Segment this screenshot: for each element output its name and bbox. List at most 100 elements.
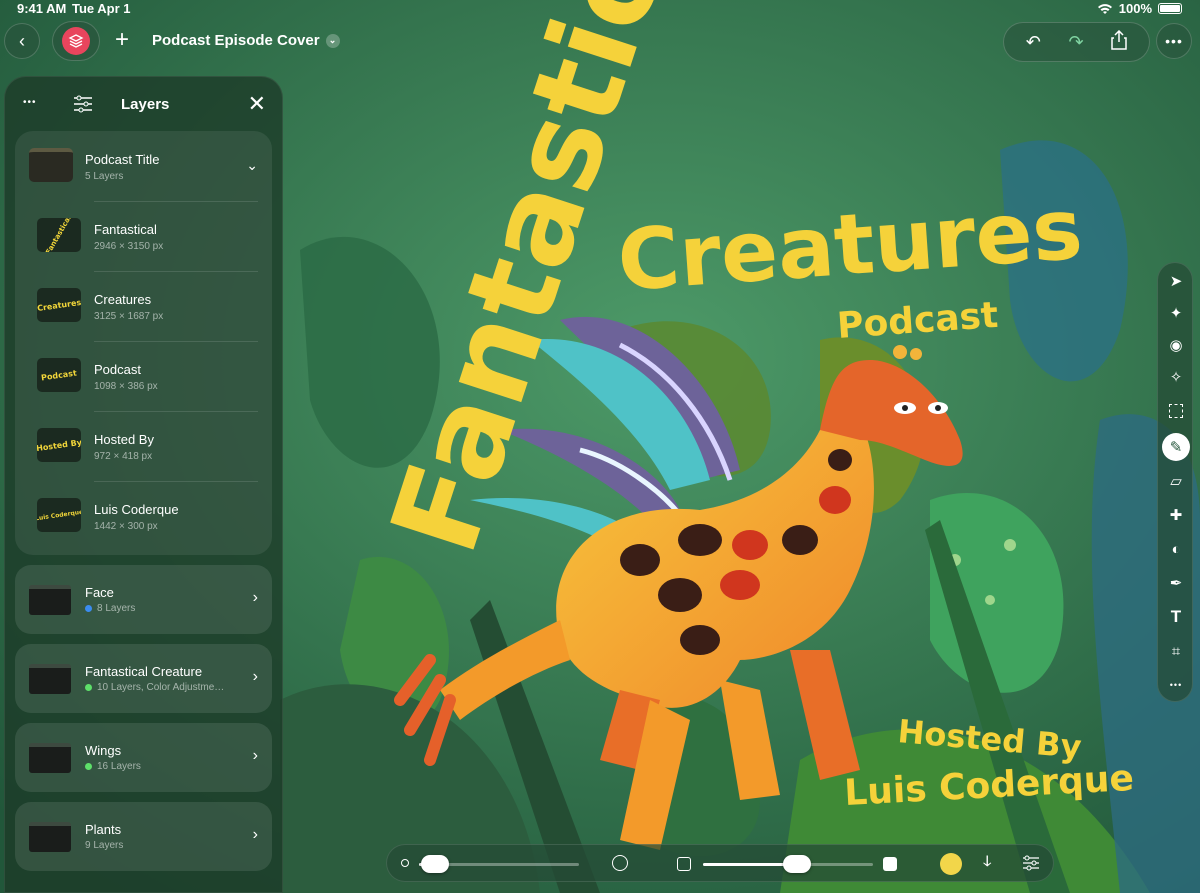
redo-button[interactable]: ↷ (1068, 32, 1083, 53)
fill-tool[interactable]: ◐ (1162, 535, 1190, 563)
pointer-tool[interactable]: ➤ (1162, 267, 1190, 295)
brush-options-icon[interactable] (1022, 855, 1040, 871)
layer-name: Hosted By (94, 432, 154, 447)
close-icon[interactable]: ✕ (248, 91, 266, 117)
layer-size: 972 × 418 px (94, 451, 153, 462)
layer-name: Fantastical (94, 222, 157, 237)
chevron-down-icon: ⌄ (325, 33, 340, 48)
chevron-right-icon: › (252, 668, 258, 685)
brush-size-slider[interactable] (419, 855, 579, 873)
magic-wand-icon: ✧ (1169, 369, 1183, 386)
size-large-icon (612, 855, 628, 871)
layer-thumbnail: Fantastical (37, 218, 81, 252)
document-title-text: Podcast Episode Cover (152, 32, 320, 49)
layer-name: Fantastical Creature (85, 664, 203, 679)
back-button[interactable]: ‹ (4, 23, 40, 59)
layer-row[interactable]: Hosted By Hosted By 972 × 418 px (15, 411, 272, 481)
eraser-tool[interactable]: ▱ (1162, 467, 1190, 495)
heal-tool[interactable]: ✚ (1162, 501, 1190, 529)
text-icon: T (1170, 607, 1182, 626)
folder-thumbnail (29, 743, 71, 773)
panel-title: Layers (121, 96, 170, 113)
bandage-icon: ✚ (1169, 507, 1183, 524)
battery-icon (1158, 3, 1182, 14)
layer-size: 2946 × 3150 px (94, 241, 164, 252)
selection-tool[interactable] (1162, 397, 1190, 425)
layer-size: 3125 × 1687 px (94, 311, 164, 322)
slider-knob[interactable] (421, 855, 449, 873)
layer-name: Podcast (94, 362, 141, 377)
chevron-left-icon: ‹ (19, 30, 25, 51)
more-icon: ••• (1169, 680, 1183, 690)
folder-thumbnail (29, 822, 71, 852)
layer-row[interactable]: Fantastical Fantastical 2946 × 3150 px (15, 201, 272, 271)
layer-detail: 8 Layers (85, 603, 135, 614)
document-title[interactable]: Podcast Episode Cover ⌄ (152, 32, 340, 49)
status-right: 100% (1097, 1, 1182, 16)
color-tag-dot (85, 684, 92, 691)
folder-thumbnail (29, 664, 71, 694)
battery-percent: 100% (1118, 1, 1152, 16)
paint-tool[interactable]: ✦ (1162, 299, 1190, 327)
ellipsis-icon: ••• (1165, 33, 1183, 49)
add-button[interactable]: + (108, 26, 136, 54)
tool-rail: ➤ ✦ ◉ ✧ ✎ ▱ ✚ ◐ ✒ T ⌗ ••• (1157, 262, 1193, 702)
layers-panel-header: ••• Layers ✕ (5, 77, 282, 131)
layer-count: 5 Layers (85, 171, 124, 182)
layers-button[interactable] (52, 21, 100, 61)
chevron-right-icon: › (252, 747, 258, 764)
brush-icon: ✎ (1169, 439, 1183, 456)
layer-thumbnail: Luis Coderque (37, 498, 81, 532)
layer-group-wings[interactable]: Wings 16 Layers › (15, 723, 272, 792)
layer-thumbnail: Podcast (37, 358, 81, 392)
magic-wand-tool[interactable]: ✧ (1162, 363, 1190, 391)
layer-group-face[interactable]: Face 8 Layers › (15, 565, 272, 634)
edit-actions: ↶ ↷ (1003, 22, 1150, 62)
brush-settings-bar: ↆ (386, 844, 1054, 882)
share-button[interactable] (1111, 29, 1127, 55)
chevron-down-icon: ⌄ (246, 157, 258, 173)
selection-icon (1169, 404, 1183, 418)
crop-icon: ⌗ (1171, 642, 1181, 660)
layer-row[interactable]: Podcast Podcast 1098 × 386 px (15, 341, 272, 411)
panel-more-icon[interactable]: ••• (23, 97, 37, 108)
pointer-icon: ➤ (1169, 273, 1183, 290)
text-tool[interactable]: T (1162, 603, 1190, 631)
layer-group-fantastical-creature[interactable]: Fantastical Creature 10 Layers, Color Ad… (15, 644, 272, 713)
size-small-icon (401, 859, 409, 867)
layer-name: Luis Coderque (94, 502, 179, 517)
opacity-high-icon (883, 857, 897, 871)
layer-group-header[interactable]: Podcast Title 5 Layers ⌄ (15, 131, 272, 201)
opacity-slider[interactable] (703, 855, 873, 873)
layer-name: Wings (85, 743, 122, 758)
undo-button[interactable]: ↶ (1026, 32, 1041, 53)
layers-icon (62, 27, 90, 55)
layer-thumbnail: Hosted By (37, 428, 81, 462)
layer-group-podcast-title: Podcast Title 5 Layers ⌄ Fantastical Fan… (15, 131, 272, 555)
layer-group-plants[interactable]: Plants 9 Layers › (15, 802, 272, 871)
layer-name: Creatures (94, 292, 152, 307)
layer-name: Plants (85, 822, 122, 837)
color-tag-dot (85, 605, 92, 612)
slider-knob[interactable] (783, 855, 811, 873)
pen-icon: ✒ (1169, 575, 1183, 592)
share-icon (1111, 29, 1127, 50)
layer-row[interactable]: Creatures Creatures 3125 × 1687 px (15, 271, 272, 341)
status-date: Tue Apr 1 (72, 1, 131, 16)
crop-tool[interactable]: ⌗ (1162, 637, 1190, 665)
layer-row[interactable]: Luis Coderque Luis Coderque 1442 × 300 p… (15, 481, 272, 551)
more-button[interactable]: ••• (1156, 23, 1192, 59)
more-tools-button[interactable]: ••• (1162, 671, 1190, 699)
status-bar: 9:41 AM Tue Apr 1 100% (0, 0, 1200, 18)
stroke-style-icon[interactable]: ↆ (983, 853, 991, 871)
sliders-icon[interactable] (73, 95, 93, 113)
paint-brush-icon: ✦ (1169, 305, 1183, 322)
layer-detail: 10 Layers, Color Adjustme… (85, 682, 224, 693)
color-swatch[interactable] (940, 853, 962, 875)
layer-size: 1442 × 300 px (94, 521, 158, 532)
pen-tool[interactable]: ✒ (1162, 569, 1190, 597)
blend-tool[interactable]: ◉ (1162, 331, 1190, 359)
layer-name: Face (85, 585, 114, 600)
blend-icon: ◉ (1169, 337, 1183, 354)
brush-tool[interactable]: ✎ (1162, 433, 1190, 461)
